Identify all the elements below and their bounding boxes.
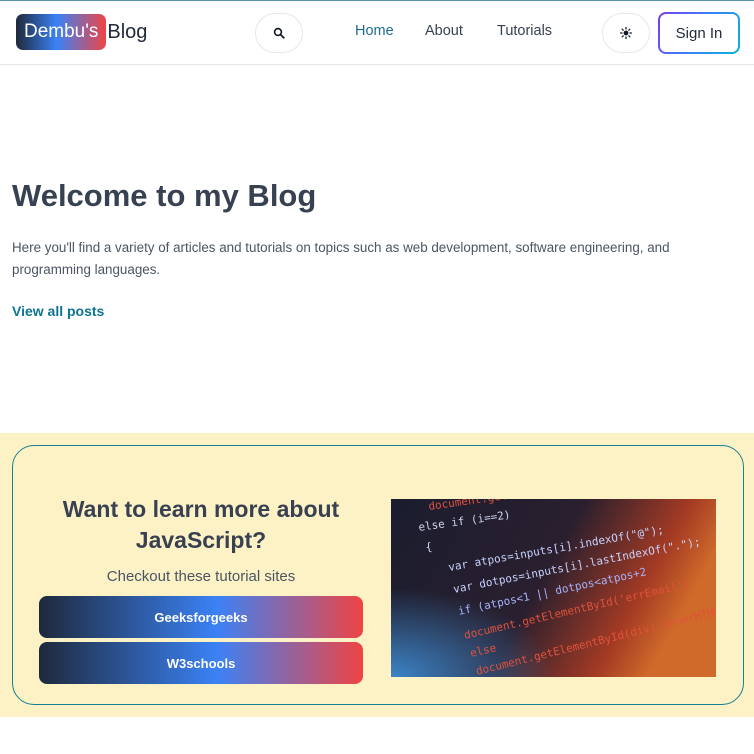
logo-badge: Dembu's [16, 14, 107, 50]
nav-home-link[interactable]: Home [355, 23, 394, 39]
w3schools-button[interactable]: W3schools [39, 642, 363, 684]
nav-about-link[interactable]: About [425, 23, 463, 39]
hero-title: Welcome to my Blog [12, 178, 317, 213]
promo-heading: Want to learn more about JavaScript? [62, 496, 340, 553]
site-logo[interactable]: Dembu's Blog [16, 14, 147, 50]
theme-toggle-button[interactable] [602, 13, 650, 53]
javascript-promo-section: Want to learn more about JavaScript? Che… [0, 433, 754, 717]
top-navigation-bar: Dembu's Blog Home About Tutorials Sign I… [0, 0, 754, 65]
sign-in-button[interactable]: Sign In [658, 12, 740, 54]
code-screenshot-image: document.getElementById(div).innerHTML e… [391, 499, 716, 677]
search-icon [273, 27, 285, 39]
promo-card: Want to learn more about JavaScript? Che… [12, 445, 744, 705]
hero-description: Here you'll find a variety of articles a… [12, 240, 670, 277]
logo-text: Blog [107, 20, 148, 43]
nav-tutorials-link[interactable]: Tutorials [497, 23, 552, 39]
search-button[interactable] [255, 13, 303, 53]
promo-subheading: Checkout these tutorial sites [106, 568, 296, 585]
geeksforgeeks-button[interactable]: Geeksforgeeks [39, 596, 363, 638]
view-all-posts-link[interactable]: View all posts [12, 303, 104, 319]
sun-icon [620, 27, 632, 39]
